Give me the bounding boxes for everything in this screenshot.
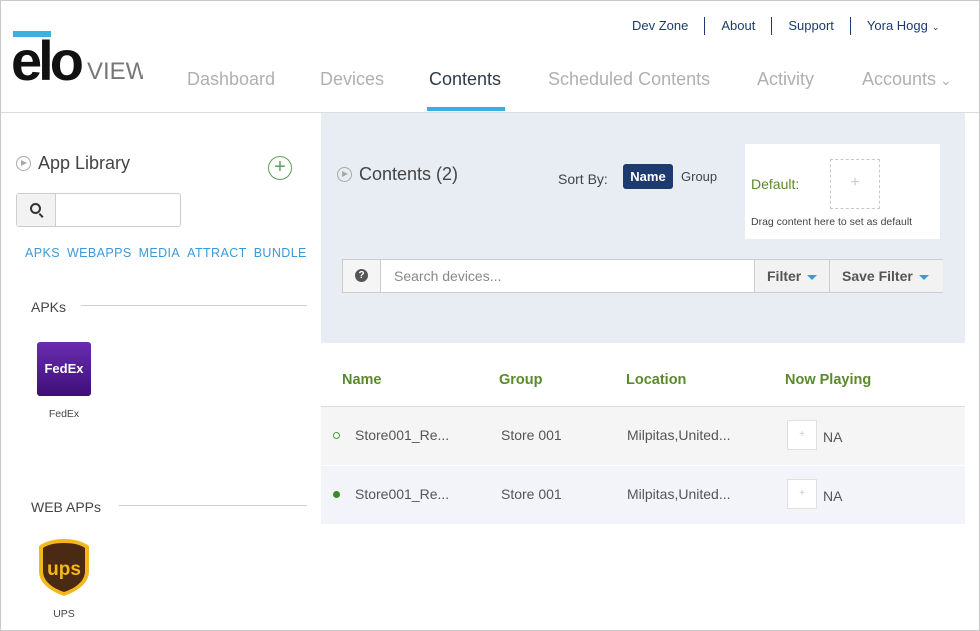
divider [119, 505, 307, 506]
about-link[interactable]: About [705, 17, 773, 35]
tab-scheduled-contents[interactable]: Scheduled Contents [548, 69, 710, 90]
caret-down-icon [918, 274, 929, 280]
device-name[interactable]: Store001_Re... [355, 427, 449, 443]
header: elo VIEW Dev Zone About Support Yora Hog… [1, 1, 979, 113]
app-library-title[interactable]: App Library [16, 153, 130, 174]
now-playing-value: NA [823, 488, 843, 504]
search-button[interactable] [17, 194, 56, 226]
user-menu[interactable]: Yora Hogg ⌄ [851, 17, 944, 36]
fedex-icon-text: FedEx [44, 361, 84, 376]
ups-app-icon[interactable]: ups [37, 537, 91, 597]
app-search [16, 193, 181, 227]
table-row[interactable]: Store001_Re... Store 001 Milpitas,United… [321, 466, 965, 524]
fedex-app-icon[interactable]: FedEx [37, 342, 91, 396]
table-row[interactable]: Store001_Re... Store 001 Milpitas,United… [321, 407, 965, 465]
device-search-bar: ? Filter Save Filter [342, 259, 943, 293]
chevron-down-icon: ⌄ [940, 72, 952, 88]
filter-attract[interactable]: ATTRACT [187, 246, 247, 260]
table-header: Name Group Location Now Playing [321, 343, 965, 407]
add-app-button[interactable]: + [268, 156, 292, 180]
contents-panel: Contents (2) Sort By: Name Group Default… [321, 113, 965, 343]
tab-dashboard[interactable]: Dashboard [187, 69, 275, 90]
webapps-section-header: WEB APPs [31, 499, 102, 515]
tab-activity[interactable]: Activity [757, 69, 814, 90]
play-circle-icon [337, 167, 352, 182]
device-location: Milpitas,United... [627, 486, 731, 502]
sort-name-button[interactable]: Name [623, 164, 673, 189]
app-search-input[interactable] [57, 194, 180, 226]
column-name[interactable]: Name [342, 372, 382, 388]
fedex-app-label: FedEx [48, 408, 80, 420]
now-playing-thumbnail[interactable]: + [787, 420, 817, 450]
help-button[interactable]: ? [343, 260, 381, 292]
app-type-filters: APKS WEBAPPS MEDIA ATTRACT BUNDLE [25, 246, 307, 260]
app-window: elo VIEW Dev Zone About Support Yora Hog… [0, 0, 980, 631]
filter-media[interactable]: MEDIA [139, 246, 181, 260]
filter-webapps[interactable]: WEBAPPS [67, 246, 132, 260]
device-location: Milpitas,United... [627, 427, 731, 443]
online-status-icon [333, 491, 340, 498]
app-library-sidebar: App Library + APKS WEBAPPS MEDIA ATTRACT… [1, 113, 321, 630]
sort-by-label: Sort By: [558, 171, 608, 187]
column-location[interactable]: Location [626, 372, 686, 388]
contents-title[interactable]: Contents (2) [337, 164, 458, 185]
save-filter-button[interactable]: Save Filter [829, 260, 943, 292]
filter-button[interactable]: Filter [754, 260, 830, 292]
contents-title-label: Contents (2) [359, 164, 459, 184]
chevron-down-icon: ⌄ [931, 21, 940, 32]
app-library-label: App Library [38, 153, 131, 173]
filter-apks[interactable]: APKS [25, 246, 60, 260]
default-label: Default: [751, 176, 800, 192]
divider [81, 305, 307, 306]
support-link[interactable]: Support [772, 17, 851, 35]
dev-zone-link[interactable]: Dev Zone [616, 17, 706, 35]
ups-icon-text: ups [47, 559, 81, 580]
save-filter-label: Save Filter [842, 268, 913, 284]
caret-down-icon [807, 274, 818, 280]
sort-group-button[interactable]: Group [681, 169, 717, 184]
device-name[interactable]: Store001_Re... [355, 486, 449, 502]
device-group: Store 001 [501, 427, 562, 443]
apks-section-header: APKs [31, 299, 67, 315]
device-search-input[interactable] [382, 260, 754, 292]
now-playing-value: NA [823, 429, 843, 445]
device-group: Store 001 [501, 486, 562, 502]
top-links: Dev Zone About Support Yora Hogg ⌄ [616, 17, 943, 35]
tab-contents[interactable]: Contents [429, 69, 501, 90]
play-circle-icon [16, 156, 31, 171]
filter-bundle[interactable]: BUNDLE [254, 246, 307, 260]
user-name: Yora Hogg [866, 17, 928, 33]
plus-icon: + [850, 174, 860, 191]
now-playing-thumbnail[interactable]: + [787, 479, 817, 509]
plus-icon: + [274, 156, 286, 178]
column-now-playing[interactable]: Now Playing [785, 372, 871, 388]
question-icon: ? [355, 269, 368, 282]
filter-button-label: Filter [767, 268, 802, 284]
column-group[interactable]: Group [499, 372, 543, 388]
tab-devices[interactable]: Devices [320, 69, 384, 90]
default-content-box: Default: + Drag content here to set as d… [745, 144, 940, 239]
active-tab-indicator [427, 107, 505, 111]
ups-app-label: UPS [53, 608, 75, 620]
offline-status-icon [333, 432, 340, 439]
main-nav: Dashboard Devices Contents Scheduled Con… [1, 65, 979, 113]
tab-accounts[interactable]: Accounts ⌄ [862, 69, 952, 90]
search-icon [30, 203, 41, 214]
default-drop-target[interactable]: + [830, 159, 880, 209]
default-hint: Drag content here to set as default [751, 216, 913, 228]
tab-accounts-label: Accounts [862, 69, 937, 89]
